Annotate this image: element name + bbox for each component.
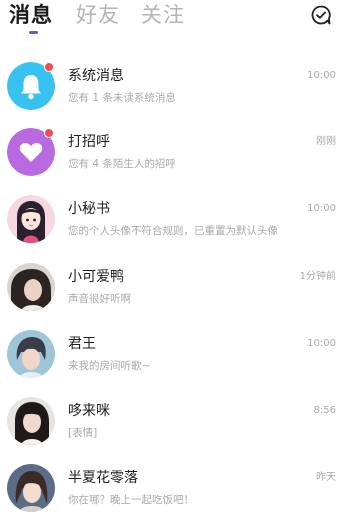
user-avatar [7, 263, 55, 311]
message-preview: 声音很好听啊 [68, 293, 131, 305]
conversation-name: 半夏花零落 [68, 470, 138, 486]
message-preview: 您有 4 条陌生人的招呼 [68, 158, 176, 170]
conversation-name: 打招呼 [68, 134, 110, 150]
message-time: 8:56 [313, 405, 336, 416]
user-avatar [7, 397, 55, 445]
message-time: 10:00 [307, 203, 336, 214]
message-time: 10:00 [307, 338, 336, 349]
unread-badge [44, 62, 54, 72]
message-preview: 来我的房间听歌~ [68, 360, 151, 372]
user-avatar [7, 330, 55, 378]
message-time: 10:00 [307, 70, 336, 81]
cartoon-girl-avatar [7, 195, 55, 243]
tab-messages[interactable]: 消息 [9, 2, 53, 28]
list-item-conversation[interactable]: 君王 来我的房间听歌~ 10:00 [0, 330, 342, 396]
tab-friends[interactable]: 好友 [76, 2, 120, 28]
unread-badge [44, 128, 54, 138]
list-item-system-messages[interactable]: 系统消息 您有 1 条未读系统消息 10:00 [0, 62, 342, 128]
message-time: 昨天 [316, 472, 336, 483]
list-item-conversation[interactable]: 小可爱鸭 声音很好听啊 1分钟前 [0, 263, 342, 329]
user-avatar [7, 464, 55, 512]
conversation-name: 哆来咪 [68, 403, 110, 419]
conversation-name: 系统消息 [68, 68, 124, 84]
active-tab-indicator [29, 31, 38, 34]
message-preview: 您的个人头像不符合规则，已重置为默认头像 [68, 225, 278, 237]
list-item-greetings[interactable]: 打招呼 您有 4 条陌生人的招呼 刚刚 [0, 128, 342, 194]
conversation-name: 小秘书 [68, 201, 110, 217]
message-preview: [表情] [68, 427, 98, 439]
conversation-name: 小可爱鸭 [68, 269, 124, 285]
message-time: 1分钟前 [299, 271, 336, 282]
message-preview: 你在哪？晚上一起吃饭吧！ [68, 494, 194, 506]
list-item-conversation[interactable]: 哆来咪 [表情] 8:56 [0, 397, 342, 463]
conversation-name: 君王 [68, 336, 96, 352]
message-time: 刚刚 [316, 136, 336, 147]
list-item-secretary[interactable]: 小秘书 您的个人头像不符合规则，已重置为默认头像 10:00 [0, 195, 342, 261]
chat-check-icon[interactable] [310, 4, 332, 26]
top-tab-bar: 消息 好友 关注 [0, 0, 342, 44]
message-preview: 您有 1 条未读系统消息 [68, 92, 176, 104]
tab-following[interactable]: 关注 [141, 2, 185, 28]
list-item-conversation[interactable]: 半夏花零落 你在哪？晚上一起吃饭吧！ 昨天 [0, 464, 342, 530]
